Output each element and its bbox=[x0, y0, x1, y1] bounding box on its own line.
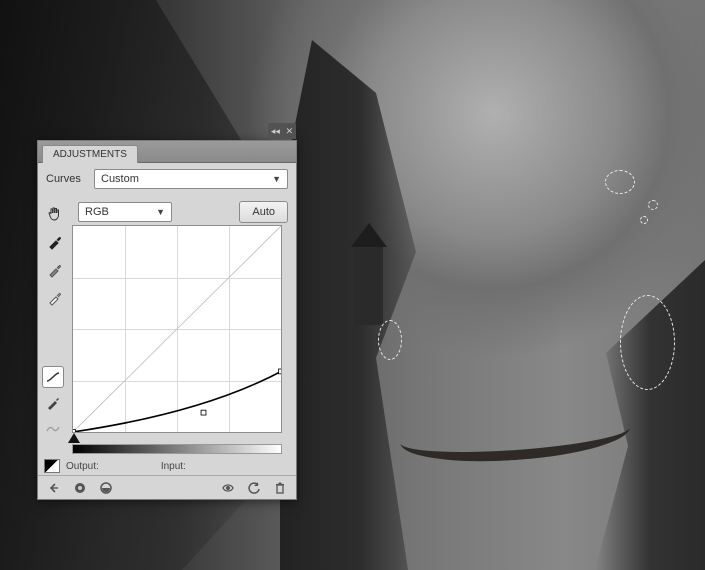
preset-select[interactable]: Custom ▼ bbox=[94, 169, 288, 189]
back-icon[interactable] bbox=[46, 480, 62, 496]
channel-row: RGB ▼ Auto bbox=[38, 195, 296, 229]
chevron-down-icon: ▼ bbox=[156, 207, 165, 217]
previous-swatch-icon[interactable] bbox=[44, 459, 60, 473]
sampler-tool-column bbox=[44, 203, 68, 309]
preset-row: Curves Custom ▼ bbox=[38, 163, 296, 195]
selection-marquee bbox=[605, 170, 635, 194]
curves-title: Curves bbox=[46, 173, 88, 185]
panel-tabbar: ADJUSTMENTS bbox=[38, 141, 296, 163]
smooth-icon[interactable] bbox=[42, 418, 64, 440]
preset-select-value: Custom bbox=[101, 173, 139, 185]
trash-icon[interactable] bbox=[272, 480, 288, 496]
selection-marquee bbox=[648, 200, 658, 210]
input-gradient-strip bbox=[72, 444, 282, 454]
eyedropper-gray-icon[interactable] bbox=[44, 259, 66, 281]
hand-adjust-icon[interactable] bbox=[44, 203, 66, 225]
output-label: Output: bbox=[66, 461, 99, 472]
selection-marquee bbox=[620, 295, 675, 390]
pencil-mode-icon[interactable] bbox=[42, 392, 64, 414]
curves-svg bbox=[73, 226, 281, 432]
black-point-handle[interactable] bbox=[68, 433, 80, 443]
curve-mode-icon[interactable] bbox=[42, 366, 64, 388]
panel-close-icon[interactable]: ✕ bbox=[286, 126, 294, 137]
channel-select-value: RGB bbox=[85, 206, 109, 218]
selection-marquee bbox=[378, 320, 402, 360]
eyedropper-black-icon[interactable] bbox=[44, 231, 66, 253]
panel-footer bbox=[38, 475, 296, 499]
io-readout-row: Output: Input: bbox=[44, 456, 288, 476]
layer-visibility-icon[interactable] bbox=[72, 480, 88, 496]
scene-tower bbox=[355, 245, 383, 325]
curve-mode-column bbox=[42, 366, 68, 440]
adjustments-panel: ◂◂ ✕ ADJUSTMENTS Curves Custom ▼ RGB ▼ A… bbox=[37, 140, 297, 500]
channel-select[interactable]: RGB ▼ bbox=[78, 202, 172, 222]
tab-adjustments[interactable]: ADJUSTMENTS bbox=[42, 145, 138, 163]
chevron-down-icon: ▼ bbox=[272, 174, 281, 184]
panel-collapse-icon[interactable]: ◂◂ bbox=[271, 126, 280, 137]
eyedropper-white-icon[interactable] bbox=[44, 287, 66, 309]
view-previous-icon[interactable] bbox=[220, 480, 236, 496]
reset-icon[interactable] bbox=[246, 480, 262, 496]
auto-button[interactable]: Auto bbox=[239, 201, 288, 223]
panel-titletab: ◂◂ ✕ bbox=[268, 123, 296, 139]
selection-marquee bbox=[640, 216, 648, 224]
curves-graph[interactable] bbox=[72, 225, 282, 433]
input-label: Input: bbox=[161, 461, 186, 472]
clip-layer-icon[interactable] bbox=[98, 480, 114, 496]
